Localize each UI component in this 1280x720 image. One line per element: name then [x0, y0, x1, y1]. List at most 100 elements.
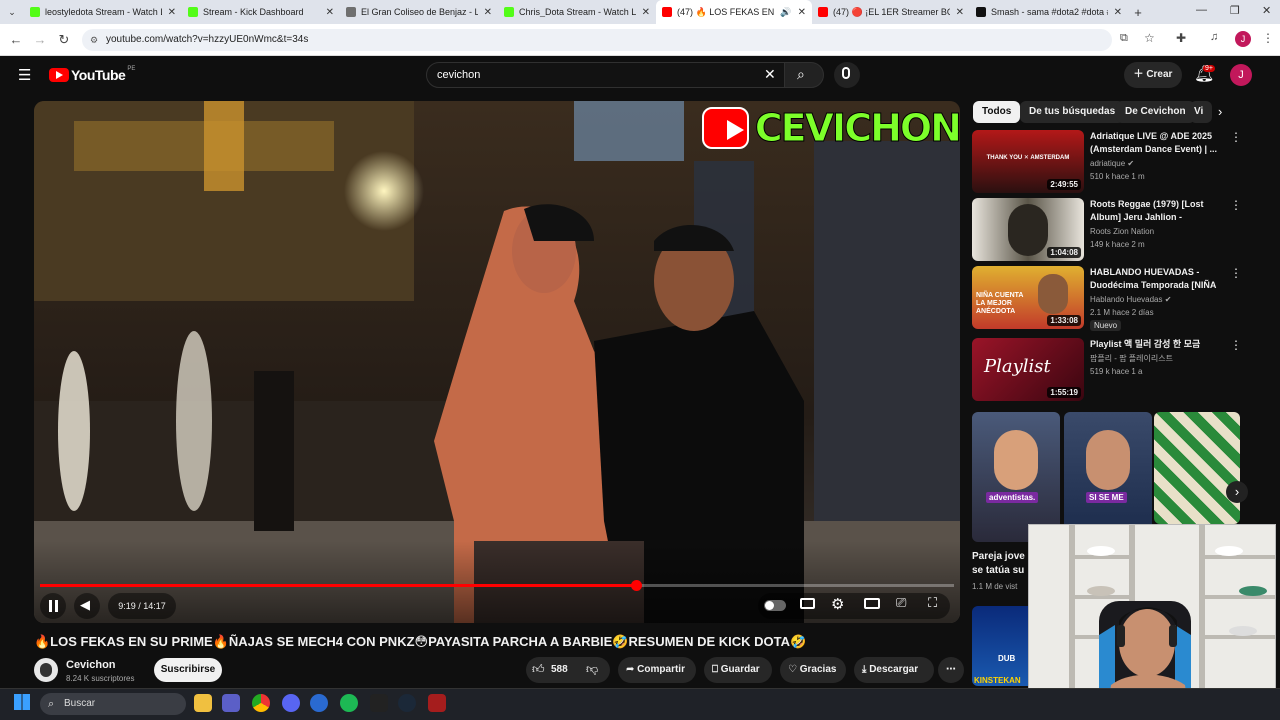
chip-from-searches[interactable]: De tus búsquedas — [1020, 101, 1125, 123]
tab-close-icon[interactable]: ✕ — [326, 7, 334, 18]
clear-search-icon[interactable]: ✕ — [764, 66, 776, 83]
more-options-icon[interactable]: ⋮ — [1230, 198, 1242, 212]
short-thumbnail[interactable]: adventistas. — [972, 412, 1060, 542]
short-thumbnail[interactable]: DUB KINSTEKAN — [972, 606, 1028, 686]
chrome-icon[interactable] — [252, 694, 270, 712]
browser-tab-active[interactable]: (47) 🔥 LOS FEKAS EN SU PR🔊 ✕ — [656, 0, 812, 24]
channel-name[interactable]: Cevichon — [66, 659, 116, 671]
like-count: 588 — [551, 664, 568, 675]
media-control-icon[interactable]: ♫ — [1210, 31, 1218, 43]
account-avatar[interactable]: J — [1230, 64, 1252, 86]
browser-menu-icon[interactable]: ⋮ — [1262, 31, 1274, 45]
dislike-button[interactable]: 👎︎ — [586, 662, 598, 677]
chip-from-channel[interactable]: De Cevichon — [1116, 101, 1195, 123]
more-actions-button[interactable]: ⋯ — [938, 657, 964, 683]
taskbar-search[interactable]: ⌕ Buscar — [40, 693, 186, 715]
windows-start-icon[interactable] — [14, 694, 30, 710]
browser-tab-bar: ⌄ leostyledota Stream - Watch Liv ✕ Strea… — [0, 0, 1280, 24]
maximize-icon[interactable]: ❐ — [1230, 4, 1240, 17]
create-button[interactable]: ＋ Crear — [1124, 62, 1182, 88]
plus-icon: ＋ — [1133, 69, 1144, 80]
scrubber-handle[interactable] — [630, 580, 642, 591]
profile-avatar[interactable]: J — [1235, 31, 1251, 47]
more-options-icon[interactable]: ⋮ — [1230, 266, 1242, 280]
cast-page-icon[interactable]: ⧉ — [1120, 32, 1128, 45]
file-explorer-icon[interactable] — [194, 694, 212, 712]
url-field[interactable]: ⚙ youtube.com/watch?v=hzzyUE0nWmc&t=34s — [82, 29, 1112, 51]
chips-next-arrow-icon[interactable]: › — [1218, 104, 1222, 119]
spotify-icon[interactable] — [340, 694, 358, 712]
subtitles-icon[interactable] — [800, 598, 815, 609]
autoplay-toggle[interactable] — [764, 600, 786, 611]
video-player[interactable]: CEVICHON — [34, 101, 960, 623]
search-input[interactable]: cevichon — [426, 62, 790, 88]
dota2-icon[interactable] — [428, 694, 446, 712]
teams-icon[interactable] — [222, 694, 240, 712]
tab-close-icon[interactable]: ✕ — [1114, 7, 1122, 18]
close-window-icon[interactable]: ✕ — [1262, 4, 1271, 17]
fullscreen-icon[interactable]: ⛶ — [928, 595, 937, 611]
thanks-button[interactable]: ♡ Gracias — [780, 657, 846, 683]
search-icon: ⌕ — [797, 66, 805, 82]
recommendation-meta: 510 k hace 1 m — [1090, 172, 1145, 181]
reload-icon[interactable]: ↻ — [56, 32, 72, 48]
browser-tab[interactable]: Stream - Kick Dashboard ✕ — [182, 0, 340, 24]
steam-icon[interactable] — [398, 694, 416, 712]
mute-button[interactable]: ◀︎ — [74, 593, 100, 619]
hamburger-menu-icon[interactable]: ☰ — [18, 66, 31, 84]
tab-close-icon[interactable]: ✕ — [642, 7, 650, 18]
recommendation-channel: Hablando Huevadas ✔ — [1090, 295, 1171, 304]
browser-tab[interactable]: leostyledota Stream - Watch Liv ✕ — [24, 0, 182, 24]
webcam-frame — [1029, 525, 1275, 711]
more-options-icon[interactable]: ⋮ — [1230, 130, 1242, 144]
voice-search-button[interactable] — [834, 62, 860, 88]
search-button[interactable]: ⌕ — [784, 62, 824, 88]
recommendation-item[interactable]: THANK YOU ✕ AMSTERDAM 2:49:55 Adriatique … — [972, 130, 1252, 194]
app-icon[interactable] — [310, 694, 328, 712]
recommendation-item[interactable]: Playlist 1:55:19 Playlist 액 밀러 감성 한 모금 팝플… — [972, 338, 1252, 402]
tab-close-icon[interactable]: ✕ — [956, 7, 964, 18]
tab-close-icon[interactable]: ✕ — [798, 7, 806, 18]
miniplayer-icon[interactable] — [864, 598, 880, 609]
browser-tab[interactable]: Smash - sama #dota2 #dota #s ✕ — [970, 0, 1128, 24]
site-info-icon[interactable]: ⚙ — [90, 29, 98, 51]
new-tab-icon[interactable]: + — [1128, 5, 1148, 20]
tab-close-icon[interactable]: ✕ — [484, 7, 492, 18]
settings-gear-icon[interactable]: ⚙ — [831, 595, 844, 613]
back-icon[interactable]: ← — [8, 32, 24, 47]
kick-app-icon[interactable] — [370, 694, 388, 712]
browser-tab[interactable]: (47) 🔴 ¡EL 1ER Streamer BOTUI ✕ — [812, 0, 970, 24]
browser-tab[interactable]: Chris_Dota Stream - Watch Live ✕ — [498, 0, 656, 24]
more-options-icon[interactable]: ⋮ — [1230, 338, 1242, 352]
extensions-icon[interactable]: ✚ — [1176, 31, 1186, 45]
short-thumbnail[interactable]: SI SE ME — [1064, 412, 1152, 542]
forward-icon[interactable]: → — [32, 32, 48, 47]
tab-title: El Gran Coliseo de Benjaz - Liqu — [361, 7, 478, 17]
channel-avatar[interactable] — [34, 658, 58, 682]
chip-all[interactable]: Todos — [973, 101, 1021, 123]
short-thumbnail[interactable] — [1154, 412, 1240, 524]
like-button[interactable]: 👍︎ — [532, 662, 545, 677]
minimize-icon[interactable]: — — [1196, 4, 1207, 16]
search-query: cevichon — [437, 69, 481, 81]
time-display: 9:19 / 14:17 — [108, 593, 176, 619]
subscribe-button[interactable]: Suscribirse — [154, 658, 222, 682]
tab-close-icon[interactable]: ✕ — [168, 7, 176, 18]
bookmark-star-icon[interactable]: ☆ — [1144, 31, 1155, 45]
share-button[interactable]: ➦ Compartir — [618, 657, 696, 683]
youtube-logo[interactable]: YouTube PE — [49, 66, 135, 84]
cast-icon[interactable]: ⎚ — [896, 595, 906, 611]
recommendation-title: Playlist 액 밀러 감성 한 모금 — [1090, 339, 1201, 349]
play-pause-button[interactable] — [40, 593, 66, 619]
save-button[interactable]: ⎕ Guardar — [704, 657, 772, 683]
duration-badge: 2:49:55 — [1047, 179, 1081, 190]
chip-more[interactable]: Vi — [1190, 101, 1212, 123]
recommendation-item[interactable]: NIÑA CUENTA LA MEJOR ANÉCDOTA 1:33:08 HAB… — [972, 266, 1252, 331]
discord-icon[interactable] — [282, 694, 300, 712]
download-button[interactable]: ⤓ Descargar — [854, 657, 934, 683]
tab-list-chevron-icon[interactable]: ⌄ — [0, 7, 24, 18]
browser-tab[interactable]: El Gran Coliseo de Benjaz - Liqu ✕ — [340, 0, 498, 24]
recommendation-item[interactable]: 1:04:08 Roots Reggae (1979) [Lost Album]… — [972, 198, 1252, 262]
search-icon: ⌕ — [48, 698, 55, 710]
shorts-next-arrow-icon[interactable]: › — [1226, 481, 1248, 503]
